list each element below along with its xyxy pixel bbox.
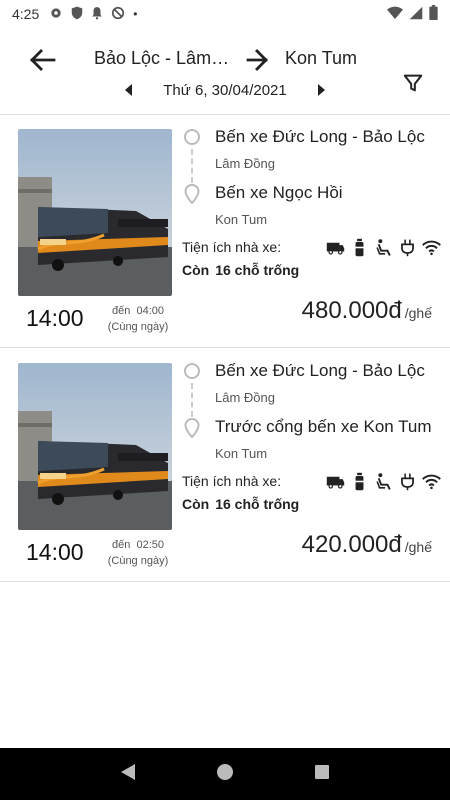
price-block: 480.000đ/ghế xyxy=(302,297,432,325)
origin-station: Bến xe Đức Long - Bảo Lộc xyxy=(215,361,425,380)
amenities-icons xyxy=(326,472,441,491)
route-dashed-line xyxy=(191,149,193,183)
origin-station: Bến xe Đức Long - Bảo Lộc xyxy=(215,127,425,146)
arrival-prefix: đến xyxy=(111,539,131,551)
bus-icon xyxy=(326,238,345,257)
ticket-price: 420.000đ xyxy=(301,531,402,558)
selected-date[interactable]: Thứ 6, 30/04/2021 xyxy=(163,82,286,99)
square-recents-icon xyxy=(315,764,329,779)
cell-signal-icon xyxy=(409,6,423,23)
trip-divider xyxy=(0,581,450,582)
price-unit: /ghế xyxy=(404,305,432,321)
arrival-time: 02:50 xyxy=(136,539,164,551)
amenities-label: Tiện ích nhà xe: xyxy=(182,239,282,255)
bell-icon xyxy=(91,6,103,23)
price-unit: /ghế xyxy=(404,539,432,555)
destination-station: Bến xe Ngọc Hồi xyxy=(215,183,343,202)
filter-button[interactable] xyxy=(402,72,426,96)
arrival-info: đến 04:00 (Cùng ngày) xyxy=(104,303,172,335)
seats-available: Còn 16 chỗ trống xyxy=(182,262,299,278)
bus-photo xyxy=(18,363,172,530)
destination-province: Kon Tum xyxy=(215,446,268,461)
trip-card[interactable]: 14:00 đến 02:50 (Cùng ngày) Bến xe Đức L… xyxy=(0,349,450,582)
seat-recline-icon xyxy=(374,238,393,257)
nav-recents-button[interactable] xyxy=(314,764,330,785)
arrival-time: 04:00 xyxy=(136,305,164,317)
route-origin[interactable]: Bảo Lộc - Lâm Đồng xyxy=(94,48,234,69)
arrival-info: đến 02:50 (Cùng ngày) xyxy=(104,537,172,569)
seats-available: Còn 16 chỗ trống xyxy=(182,496,299,512)
bus-icon xyxy=(326,472,345,491)
amenities-icons xyxy=(326,238,441,257)
caret-right-icon xyxy=(318,84,325,96)
wifi-icon xyxy=(422,472,441,491)
app-header: Bảo Lộc - Lâm Đồng Kon Tum Thứ 6, 30/04/… xyxy=(0,36,450,112)
map-pin-icon xyxy=(184,418,200,438)
origin-province: Lâm Đồng xyxy=(215,156,275,171)
filter-icon xyxy=(403,74,423,92)
arrow-left-icon xyxy=(30,49,56,71)
power-plug-icon xyxy=(398,238,417,257)
price-block: 420.000đ/ghế xyxy=(302,531,432,559)
destination-province: Kon Tum xyxy=(215,212,268,227)
origin-province: Lâm Đồng xyxy=(215,390,275,405)
arrival-prefix: đến xyxy=(111,305,131,317)
arrival-note: (Cùng ngày) xyxy=(107,555,169,567)
ticket-price: 480.000đ xyxy=(301,297,402,324)
arrival-note: (Cùng ngày) xyxy=(107,321,169,333)
amenities-label: Tiện ích nhà xe: xyxy=(182,473,282,489)
departure-time: 14:00 xyxy=(26,539,84,565)
power-plug-icon xyxy=(398,472,417,491)
trip-divider xyxy=(0,347,450,348)
bus-photo xyxy=(18,129,172,296)
destination-station: Trước cổng bến xe Kon Tum xyxy=(215,417,432,436)
circle-home-icon xyxy=(217,763,233,780)
next-day-button[interactable] xyxy=(312,81,330,99)
map-pin-icon xyxy=(184,184,200,204)
water-bottle-icon xyxy=(350,238,369,257)
date-selector: Thứ 6, 30/04/2021 xyxy=(120,79,330,101)
seats-value: 16 chỗ trống xyxy=(215,496,300,512)
blocked-icon xyxy=(111,6,125,23)
seats-value: 16 chỗ trống xyxy=(215,262,300,278)
arrow-right-icon xyxy=(246,49,268,71)
gear-icon xyxy=(49,6,63,23)
back-button[interactable] xyxy=(28,46,58,74)
seats-label: Còn xyxy=(182,496,210,512)
status-dot: • xyxy=(133,7,138,21)
triangle-back-icon xyxy=(121,763,135,780)
departure-time: 14:00 xyxy=(26,305,84,331)
previous-day-button[interactable] xyxy=(120,81,138,99)
caret-left-icon xyxy=(125,84,132,96)
nav-back-button[interactable] xyxy=(120,763,136,786)
status-time: 4:25 xyxy=(12,6,40,22)
seat-recline-icon xyxy=(374,472,393,491)
wifi-signal-icon xyxy=(387,6,403,23)
route-destination[interactable]: Kon Tum xyxy=(285,48,357,69)
wifi-icon xyxy=(422,238,441,257)
shield-icon xyxy=(71,6,83,23)
seats-label: Còn xyxy=(182,262,210,278)
battery-icon xyxy=(429,5,438,23)
origin-dot-icon xyxy=(184,129,200,145)
origin-dot-icon xyxy=(184,363,200,379)
water-bottle-icon xyxy=(350,472,369,491)
system-nav-bar xyxy=(0,748,450,800)
route-dashed-line xyxy=(191,383,193,417)
status-bar: 4:25 • xyxy=(0,0,450,28)
nav-home-button[interactable] xyxy=(216,763,234,786)
trip-card[interactable]: 14:00 đến 04:00 (Cùng ngày) Bến xe Đức L… xyxy=(0,115,450,348)
